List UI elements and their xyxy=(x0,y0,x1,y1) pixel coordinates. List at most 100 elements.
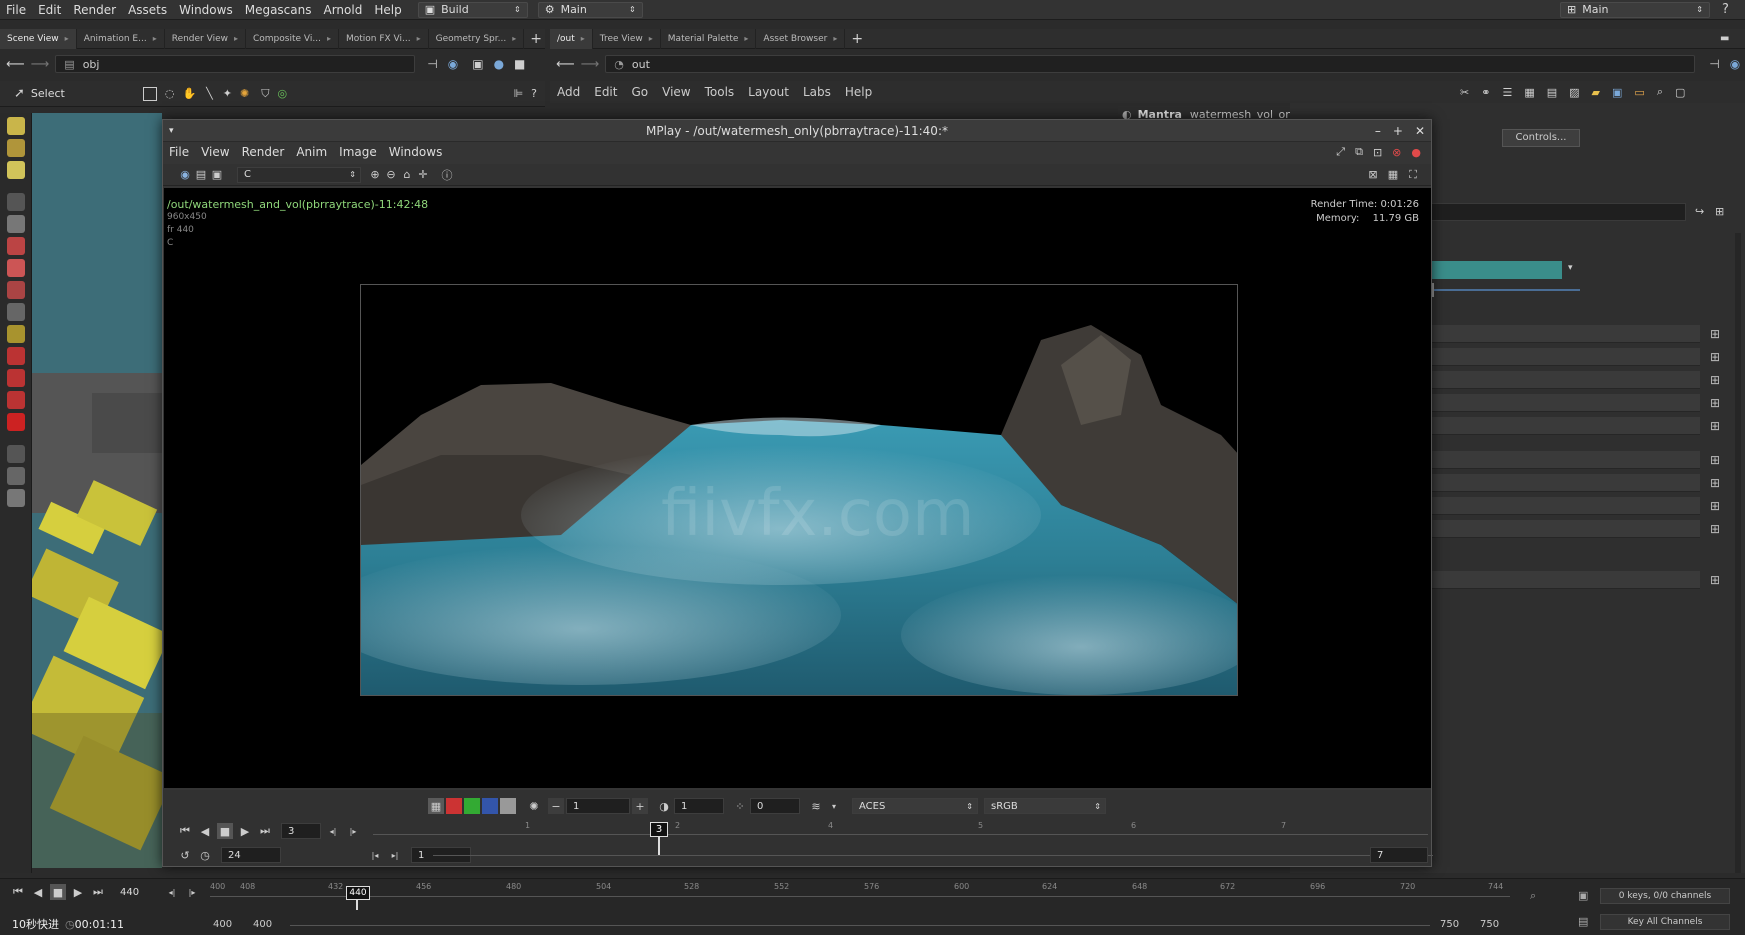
green-circle-icon[interactable]: ◎ xyxy=(277,87,287,100)
image-canvas[interactable]: /out/watermesh_and_vol(pbrraytrace)-11:4… xyxy=(164,188,1431,788)
pin-icon[interactable]: ⊞ xyxy=(1710,373,1726,387)
mplay-menu-view[interactable]: View xyxy=(195,145,235,159)
laser-icon[interactable]: ╲ xyxy=(206,87,213,100)
secure-icon[interactable]: ⛉ xyxy=(261,87,269,101)
right-path-field[interactable]: ◔ out xyxy=(605,55,1696,73)
chevron-down-icon[interactable]: ▾ xyxy=(826,798,842,814)
mplay-menu-file[interactable]: File xyxy=(163,145,195,159)
tab-tree-view[interactable]: Tree View ▸ xyxy=(593,28,661,49)
magnet-icon[interactable] xyxy=(7,413,25,431)
cube-icon[interactable]: ▣ xyxy=(472,57,483,71)
view-icon[interactable] xyxy=(7,117,25,135)
tree-icon[interactable]: ⚭ xyxy=(1481,86,1490,99)
net-menu-add[interactable]: Add xyxy=(550,85,587,99)
keys-info[interactable]: 0 keys, 0/0 channels xyxy=(1600,888,1730,904)
layout-icon[interactable]: ⊫ xyxy=(514,87,524,100)
snapshot-icon[interactable]: ⧉ xyxy=(1355,145,1363,159)
play-reverse-icon[interactable]: ◀ xyxy=(197,823,213,839)
alpha-channel-icon[interactable] xyxy=(500,798,516,814)
stop-render-icon[interactable]: ⊗ xyxy=(1392,146,1401,159)
zoom-in-icon[interactable]: ⊕ xyxy=(367,167,383,183)
range-start-icon[interactable]: |◂ xyxy=(367,847,383,863)
right-main-dropdown[interactable]: ⊞ Main ⇕ xyxy=(1560,1,1710,18)
exposure-plus-icon[interactable]: + xyxy=(632,798,648,814)
link-icon[interactable]: ◉ xyxy=(1730,57,1740,71)
mplay-menu-windows[interactable]: Windows xyxy=(383,145,449,159)
key-channels-icon[interactable]: ▤ xyxy=(1578,915,1588,928)
color-space-icon[interactable]: ≋ xyxy=(808,798,824,814)
zoom-out-icon[interactable]: ⊖ xyxy=(383,167,399,183)
close-icon[interactable]: ✕ xyxy=(1415,124,1425,138)
global-frame-field[interactable]: 440 xyxy=(114,884,160,900)
playbar-track[interactable] xyxy=(373,834,1428,835)
range-end-value-2[interactable]: 750 xyxy=(1480,919,1499,930)
last-frame-icon[interactable]: ⏭ xyxy=(90,884,106,900)
snap-tool-icon[interactable] xyxy=(7,347,25,365)
stop-icon[interactable]: ■ xyxy=(50,884,66,900)
gamma-field[interactable]: 1 xyxy=(674,798,724,814)
play-icon[interactable]: ▶ xyxy=(237,823,253,839)
mplay-menu-image[interactable]: Image xyxy=(333,145,383,159)
pane-menu-icon[interactable]: ▬ xyxy=(1720,33,1729,44)
table-icon[interactable]: ▤ xyxy=(1547,86,1557,99)
magnet-tool-icon[interactable] xyxy=(7,369,25,387)
handle-tool-icon[interactable] xyxy=(7,303,25,321)
fps-field[interactable]: 24 xyxy=(221,847,281,863)
menu-help[interactable]: Help xyxy=(368,3,407,17)
node-chooser-icon[interactable]: ⊞ xyxy=(1715,205,1724,218)
first-frame-icon[interactable]: ⏮ xyxy=(10,884,26,900)
record-icon[interactable]: ● xyxy=(1411,146,1421,159)
eye-icon[interactable] xyxy=(7,445,25,463)
first-frame-icon[interactable]: ⏮ xyxy=(177,823,193,839)
scale-tool-icon[interactable] xyxy=(7,259,25,277)
range-track[interactable] xyxy=(433,855,1433,856)
net-menu-view[interactable]: View xyxy=(655,85,697,99)
grid-icon[interactable]: ▦ xyxy=(1524,86,1534,99)
link-icon[interactable]: ◉ xyxy=(448,57,458,71)
fullscreen-icon[interactable]: ⛶ xyxy=(1405,167,1421,183)
last-frame-icon[interactable]: ⏭ xyxy=(257,823,273,839)
tab-scene-view[interactable]: Scene View ▸ xyxy=(0,28,77,49)
play-reverse-icon[interactable]: ◀ xyxy=(30,884,46,900)
screen-icon[interactable]: ▣ xyxy=(1612,86,1622,99)
net-menu-tools[interactable]: Tools xyxy=(698,85,742,99)
help-icon[interactable]: ? xyxy=(1722,2,1729,17)
step-back-icon[interactable]: ◂| xyxy=(325,823,341,839)
net-menu-help[interactable]: Help xyxy=(838,85,879,99)
handle-icon[interactable] xyxy=(7,161,25,179)
pin-icon[interactable]: ⊞ xyxy=(1710,419,1726,433)
menu-arnold[interactable]: Arnold xyxy=(318,3,369,17)
step-forward-icon[interactable]: |▸ xyxy=(184,884,200,900)
select-tool-icon[interactable] xyxy=(7,193,25,211)
render-region-icon[interactable]: ⊡ xyxy=(1373,146,1382,159)
net-menu-labs[interactable]: Labs xyxy=(796,85,838,99)
menu-windows[interactable]: Windows xyxy=(173,3,239,17)
channel-select[interactable]: C ⇕ xyxy=(237,166,361,183)
pin-icon[interactable]: ⊣ xyxy=(1709,57,1719,71)
rotate-tool-icon[interactable] xyxy=(7,237,25,255)
gamma-icon[interactable]: ◑ xyxy=(656,798,672,814)
main-dropdown[interactable]: ⚙ Main ⇕ xyxy=(537,1,643,18)
pin-icon[interactable]: ⊞ xyxy=(1710,573,1726,587)
lut-offset-field[interactable]: 0 xyxy=(750,798,800,814)
scene-viewport[interactable] xyxy=(32,113,162,868)
render-icon[interactable] xyxy=(7,489,25,507)
list-icon[interactable]: ☰ xyxy=(1502,86,1512,99)
tab-composite-view[interactable]: Composite Vi... ▸ xyxy=(246,28,339,49)
menu-file[interactable]: File xyxy=(0,3,32,17)
target-icon[interactable] xyxy=(7,467,25,485)
green-channel-icon[interactable] xyxy=(464,798,480,814)
lut-icon[interactable]: ⁘ xyxy=(732,798,748,814)
net-menu-go[interactable]: Go xyxy=(624,85,655,99)
arrow-icon[interactable]: ↪ xyxy=(1695,205,1704,218)
range-start-value-2[interactable]: 400 xyxy=(253,919,272,930)
range-start-value[interactable]: 400 xyxy=(213,919,232,930)
loop-icon[interactable]: ↺ xyxy=(177,847,193,863)
pose-icon[interactable] xyxy=(7,139,25,157)
pin-icon[interactable]: ⊣ xyxy=(427,57,437,71)
home-icon[interactable]: ⌂ xyxy=(399,167,415,183)
playbar-cursor[interactable] xyxy=(658,836,660,856)
tab-geometry-spreadsheet[interactable]: Geometry Spr... ▸ xyxy=(429,28,525,49)
window-menu-icon[interactable]: ▾ xyxy=(169,126,174,136)
menu-assets[interactable]: Assets xyxy=(122,3,173,17)
